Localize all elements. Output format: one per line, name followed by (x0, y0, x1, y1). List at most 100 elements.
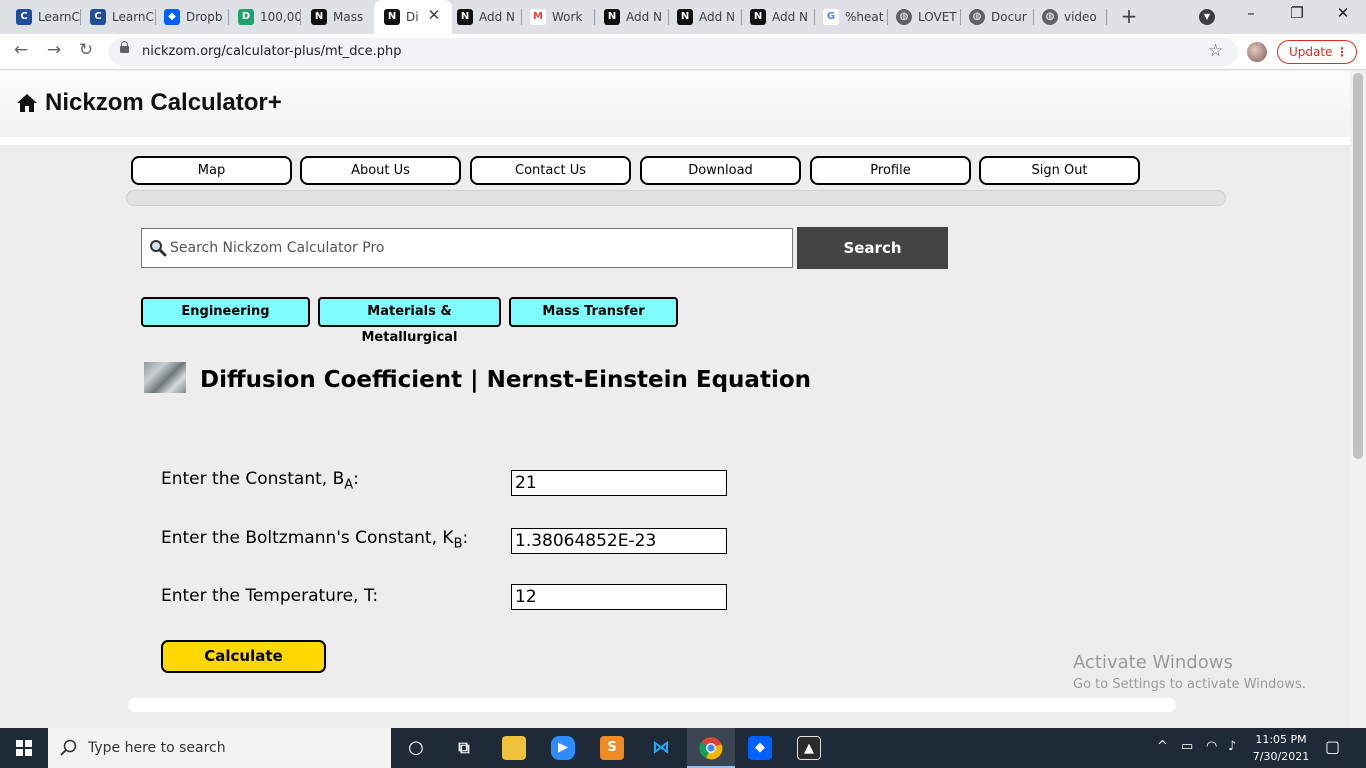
tab-video[interactable]: ◍ video (1042, 6, 1102, 28)
gmail-icon: M (530, 9, 546, 25)
search-input[interactable] (170, 231, 785, 265)
sublime-text-icon[interactable]: S (600, 736, 624, 760)
constant-ba-input[interactable] (511, 470, 727, 496)
menu-about-button[interactable]: About Us (300, 156, 461, 185)
tab-nickzom-add-3[interactable]: N Add N (677, 6, 739, 28)
tab-nickzom-add-2[interactable]: N Add N (604, 6, 666, 28)
category-materials-button[interactable]: Materials & Metallurgical (318, 297, 501, 345)
tab-separator (741, 9, 742, 25)
tab-strip: C LearnC C LearnC ◆ Dropb D 100,00 N Mas… (0, 0, 1366, 34)
tab-dropbox[interactable]: ◆ Dropb (164, 6, 226, 28)
url-text[interactable]: nickzom.org/calculator-plus/mt_dce.php (142, 44, 402, 59)
tab-active-diffusion[interactable]: N Di (384, 6, 422, 28)
category-engineering-button[interactable]: Engineering (141, 297, 310, 327)
tab-separator (814, 9, 815, 25)
learncpp-icon: C (16, 9, 32, 25)
more-menu-icon: ⋮ (1336, 45, 1348, 59)
nickzom-icon: N (677, 9, 693, 25)
wifi-icon[interactable]: ◠ (1206, 739, 1217, 754)
topic-thumbnail (144, 362, 186, 393)
back-icon[interactable]: ← (10, 40, 32, 60)
tab-separator (887, 9, 888, 25)
lock-icon (120, 41, 129, 53)
battery-icon[interactable]: ▭ (1181, 739, 1193, 754)
boltzmann-input[interactable] (511, 528, 727, 554)
page-scrollbar[interactable] (1350, 71, 1366, 728)
menu-contact-button[interactable]: Contact Us (470, 156, 631, 185)
result-bar (128, 698, 1176, 712)
tab-separator (80, 9, 81, 25)
menu-divider-bar (126, 190, 1226, 206)
reload-icon[interactable]: ↻ (75, 40, 97, 60)
temperature-input[interactable] (511, 584, 727, 610)
windows-start-icon[interactable] (16, 740, 32, 756)
tab-d[interactable]: D 100,00 (238, 6, 300, 28)
header-divider (0, 137, 1350, 145)
taskbar-search-icon (60, 739, 77, 756)
category-mass-transfer-button[interactable]: Mass Transfer (509, 297, 678, 327)
boltzmann-label: Enter the Boltzmann's Constant, KB: (161, 528, 469, 552)
tab-search-icon[interactable]: ▼ (1199, 9, 1215, 25)
profile-avatar[interactable] (1247, 42, 1267, 62)
menu-map-button[interactable]: Map (131, 156, 292, 185)
site-header: Nickzom Calculator+ (0, 71, 1350, 137)
address-bar[interactable]: nickzom.org/calculator-plus/mt_dce.php ☆ (108, 38, 1238, 66)
update-button[interactable]: Update ⋮ (1277, 40, 1357, 64)
d-icon: D (238, 9, 254, 25)
home-icon[interactable] (16, 93, 38, 113)
tab-separator (300, 9, 301, 25)
tab-google-heat[interactable]: G %heat (823, 6, 885, 28)
tab-separator (960, 9, 961, 25)
search-button[interactable]: Search (797, 227, 948, 269)
page-title: Diffusion Coefficient | Nernst-Einstein … (200, 367, 812, 393)
dropbox-taskbar-icon[interactable]: ◆ (748, 736, 772, 760)
tab-learncpp-1[interactable]: C LearnC (16, 6, 80, 28)
notifications-icon[interactable]: ▢ (1325, 737, 1340, 756)
bookmark-star-icon[interactable]: ☆ (1208, 41, 1223, 61)
volume-icon[interactable]: ♪ (1228, 739, 1236, 754)
site-brand[interactable]: Nickzom Calculator+ (45, 89, 282, 117)
learncpp-icon: C (90, 9, 106, 25)
menu-download-button[interactable]: Download (640, 156, 801, 185)
menu-signout-button[interactable]: Sign Out (979, 156, 1140, 185)
chrome-icon[interactable] (699, 736, 723, 760)
scrollbar-thumb[interactable] (1353, 73, 1363, 459)
menu-profile-button[interactable]: Profile (810, 156, 971, 185)
tab-gmail-work[interactable]: M Work (530, 6, 592, 28)
browser-toolbar: ← → ↻ nickzom.org/calculator-plus/mt_dce… (0, 34, 1366, 70)
close-icon[interactable]: ✕ (426, 6, 442, 24)
tray-chevron-icon[interactable]: ^ (1157, 739, 1168, 754)
tab-separator (155, 9, 156, 25)
dropbox-icon: ◆ (164, 9, 180, 25)
task-view-icon[interactable]: ⧉ (452, 736, 476, 760)
window-close-icon[interactable]: ✕ (1328, 4, 1358, 22)
tab-nickzom-mass[interactable]: N Mass (311, 6, 367, 28)
activate-windows-title: Activate Windows (1073, 652, 1233, 673)
tab-nickzom-add-1[interactable]: N Add N (457, 6, 519, 28)
search-field[interactable] (141, 228, 793, 268)
minimize-icon[interactable]: – (1236, 4, 1266, 22)
new-tab-icon[interactable]: + (1119, 4, 1139, 28)
activate-windows-subtitle: Go to Settings to activate Windows. (1073, 677, 1306, 692)
nickzom-icon: N (604, 9, 620, 25)
taskbar-search-box[interactable]: Type here to search (48, 728, 391, 768)
tab-learncpp-2[interactable]: C LearnC (90, 6, 154, 28)
forward-icon[interactable]: → (43, 40, 65, 60)
restore-icon[interactable]: ❐ (1282, 4, 1312, 22)
file-explorer-icon[interactable] (502, 736, 526, 760)
taskbar-clock[interactable]: 11:05 PM 7/30/2021 (1252, 731, 1310, 765)
tab-nickzom-add-4[interactable]: N Add N (750, 6, 812, 28)
photos-icon[interactable]: ▲ (797, 736, 821, 760)
globe-icon: ◍ (969, 9, 985, 25)
vscode-icon[interactable]: ⋈ (649, 736, 673, 760)
page-content: Nickzom Calculator+ Map About Us Contact… (0, 71, 1350, 728)
search-icon (150, 240, 167, 257)
zoom-icon[interactable]: ▶ (551, 736, 575, 760)
tab-lovet[interactable]: ◍ LOVET (896, 6, 958, 28)
google-icon: G (823, 9, 839, 25)
calculate-button[interactable]: Calculate (161, 640, 326, 673)
nickzom-icon: N (311, 9, 327, 25)
nickzom-icon: N (750, 9, 766, 25)
cortana-icon[interactable]: ○ (404, 736, 428, 760)
tab-document[interactable]: ◍ Docur (969, 6, 1031, 28)
